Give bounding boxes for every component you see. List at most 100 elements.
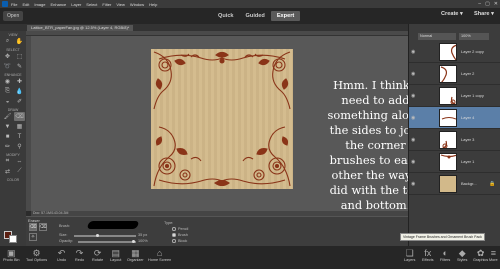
size-slider[interactable]	[74, 235, 136, 237]
open-button[interactable]: Open	[3, 11, 24, 21]
undo-button[interactable]: ↶ Undo	[57, 248, 66, 262]
layer-opacity-field[interactable]: 100%	[459, 33, 489, 40]
layer-row[interactable]: ◉ Layer 3	[409, 129, 500, 151]
mode-guided[interactable]: Guided	[240, 11, 271, 21]
redo-button[interactable]: ↷ Redo	[75, 248, 84, 262]
layer-row[interactable]: ◉ Backgr... 🔒	[409, 173, 500, 195]
mode-quick[interactable]: Quick	[212, 11, 240, 21]
visibility-eye-icon[interactable]: ◉	[411, 93, 415, 99]
recompose-tool-icon[interactable]: ⇔	[14, 157, 25, 166]
opacity-value[interactable]: 100%	[138, 239, 148, 243]
size-slider-knob[interactable]	[96, 234, 99, 237]
opacity-slider[interactable]	[78, 241, 136, 243]
type-tool-icon[interactable]: T	[14, 132, 25, 141]
crop-tool-icon[interactable]: ⌗	[2, 157, 13, 166]
tooltip: Vintage Frame Brushes and Ornament Brush…	[400, 233, 485, 241]
home-screen-button[interactable]: ⌂ Home Screen	[148, 248, 171, 262]
background-eraser-icon[interactable]: ⌫	[39, 223, 47, 231]
app-icon	[2, 1, 8, 7]
brush-tool-icon[interactable]: 🖌	[2, 112, 13, 121]
layout-button[interactable]: ▤ Layout	[110, 248, 121, 262]
menu-enhance[interactable]: Enhance	[50, 2, 66, 7]
brush-preset-picker[interactable]	[86, 221, 140, 229]
layer-row[interactable]: ◉ Layer 1	[409, 151, 500, 173]
visibility-eye-icon[interactable]: ◉	[411, 49, 415, 55]
graphics-button[interactable]: ✿ Graphics	[473, 248, 488, 262]
menu-file[interactable]: File	[11, 2, 17, 7]
hand-tool-icon[interactable]: ✋	[14, 37, 25, 46]
layer-row[interactable]: ◉ Layer 1 copy	[409, 85, 500, 107]
create-button[interactable]: Create ▾	[441, 11, 463, 17]
move-tool-icon[interactable]: ✥	[2, 52, 13, 61]
effects-button[interactable]: fx Effects	[422, 248, 434, 262]
clone-stamp-tool-icon[interactable]: ⎘	[2, 87, 13, 96]
quick-selection-tool-icon[interactable]: ✎	[14, 62, 25, 71]
red-eye-tool-icon[interactable]: ◉	[2, 77, 13, 86]
layer-name: Layer 3	[461, 137, 475, 142]
styles-button[interactable]: ◆ Styles	[457, 248, 467, 262]
layer-row-selected[interactable]: ◉ Layer 4	[409, 107, 500, 129]
type-pencil-radio[interactable]	[172, 227, 176, 231]
sponge-tool-icon[interactable]: ◒	[2, 97, 13, 106]
spot-healing-tool-icon[interactable]: ✚	[14, 77, 25, 86]
color-picker-tool-icon[interactable]: ⚲	[14, 142, 25, 151]
marquee-tool-icon[interactable]: ⬚	[14, 52, 25, 61]
type-brush-radio[interactable]	[172, 233, 176, 237]
layer-row[interactable]: ◉ Layer 2	[409, 63, 500, 85]
menu-image[interactable]: Image	[34, 2, 45, 7]
eraser-mode-icon[interactable]: ⌫	[29, 223, 37, 231]
opacity-slider-knob[interactable]	[132, 240, 135, 243]
photo-bin-icon: ▣	[6, 248, 16, 258]
maximize-icon[interactable]: ▢	[485, 1, 490, 7]
blend-mode-select[interactable]: Normal	[418, 33, 456, 40]
document-paper[interactable]	[151, 49, 293, 189]
organizer-label: Organizer	[127, 258, 144, 262]
size-value[interactable]: 35 px	[138, 233, 147, 237]
type-block-radio[interactable]	[172, 239, 176, 243]
photo-bin-button[interactable]: ▣ Photo Bin	[3, 248, 19, 262]
more-button[interactable]: ≡ More	[489, 248, 498, 262]
menu-filter[interactable]: Filter	[102, 2, 111, 7]
shape-tool-icon[interactable]: ■	[2, 132, 13, 141]
visibility-eye-icon[interactable]: ◉	[411, 181, 415, 187]
menu-edit[interactable]: Edit	[22, 2, 29, 7]
visibility-eye-icon[interactable]: ◉	[411, 159, 415, 165]
visibility-eye-icon[interactable]: ◉	[411, 137, 415, 143]
rotate-button[interactable]: ⟳ Rotate	[92, 248, 103, 262]
layer-name: Layer 4	[461, 115, 475, 120]
eraser-tool-icon[interactable]: ⌫	[14, 112, 25, 121]
canvas-area[interactable]: Hmm. I think I need to add something alo…	[31, 36, 423, 212]
layout-label: Layout	[110, 258, 122, 262]
layer-thumbnail	[439, 175, 457, 193]
share-button[interactable]: Share ▾	[474, 11, 494, 17]
menu-select[interactable]: Select	[86, 2, 97, 7]
minimize-icon[interactable]: –	[478, 1, 481, 7]
gradient-tool-icon[interactable]: ▦	[14, 122, 25, 131]
smart-brush-tool-icon[interactable]: ✐	[14, 97, 25, 106]
menu-layer[interactable]: Layer	[71, 2, 81, 7]
visibility-eye-icon[interactable]: ◉	[411, 71, 415, 77]
filters-button[interactable]: ◐ Filters	[440, 248, 450, 262]
mode-expert[interactable]: Expert	[270, 11, 301, 21]
effects-label: Effects	[422, 258, 434, 262]
corner-ornaments	[153, 51, 291, 187]
zoom-tool-icon[interactable]: ⌕	[2, 37, 13, 46]
tool-options-button[interactable]: ⚙ Tool Options	[26, 248, 47, 262]
lasso-tool-icon[interactable]: ➰	[2, 62, 13, 71]
background-color-swatch[interactable]	[9, 235, 17, 243]
layers-button[interactable]: ❏ Layers	[404, 248, 415, 262]
menu-view[interactable]: View	[116, 2, 125, 7]
content-aware-move-tool-icon[interactable]: ⇄	[2, 167, 13, 176]
menu-help[interactable]: Help	[149, 2, 157, 7]
blur-tool-icon[interactable]: 💧	[14, 87, 25, 96]
visibility-eye-icon[interactable]: ◉	[411, 115, 415, 121]
straighten-tool-icon[interactable]: ⟋	[14, 167, 25, 176]
magic-eraser-icon[interactable]: ✧	[29, 233, 37, 241]
menu-window[interactable]: Window	[130, 2, 144, 7]
paint-bucket-tool-icon[interactable]: ▼	[2, 122, 13, 131]
close-icon[interactable]: ✕	[494, 1, 498, 7]
effects-icon: fx	[424, 248, 432, 258]
organizer-button[interactable]: ▦ Organizer	[127, 248, 144, 262]
pencil-tool-icon[interactable]: ✏	[2, 142, 13, 151]
layer-row[interactable]: ◉ Layer 2 copy	[409, 41, 500, 63]
